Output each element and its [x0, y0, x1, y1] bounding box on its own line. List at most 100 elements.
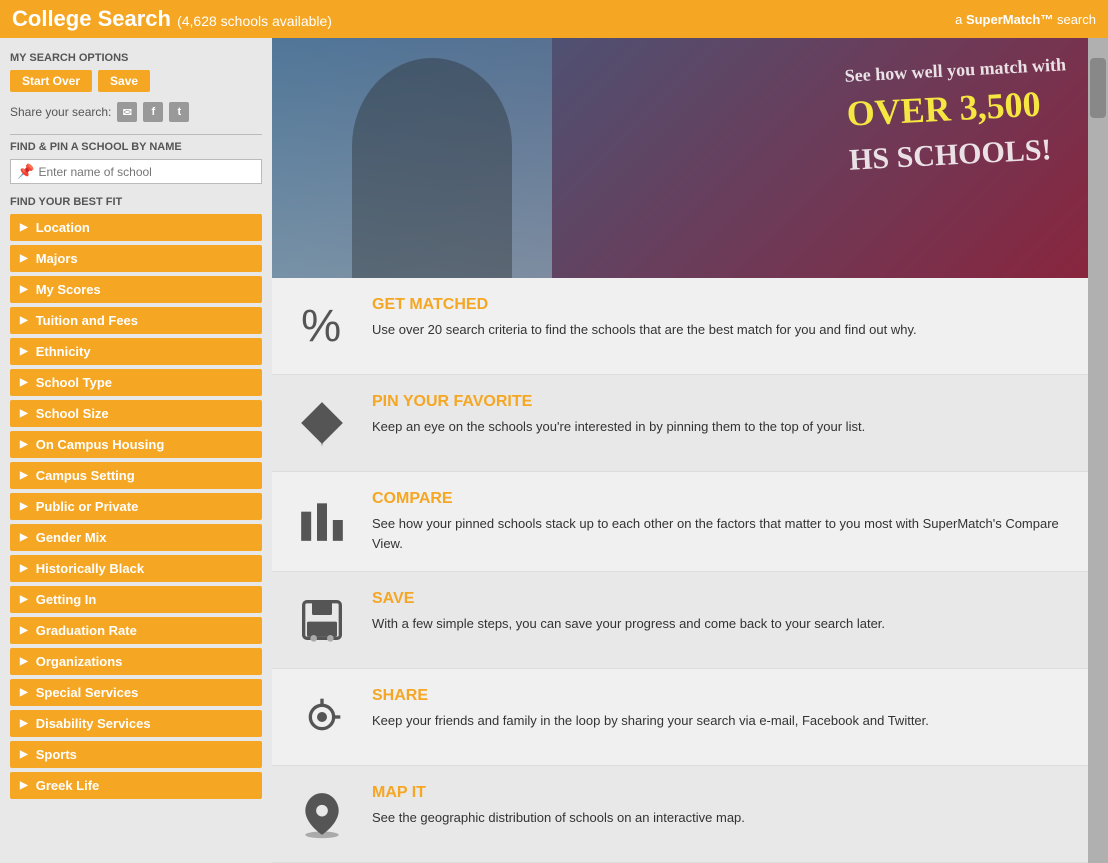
filter-arrow-icon: ▶: [20, 501, 28, 512]
filter-arrow-icon: ▶: [20, 656, 28, 667]
feature-title-share: SHARE: [372, 687, 929, 705]
share-row: Share your search: ✉ f t: [10, 102, 262, 122]
filter-item-graduation-rate[interactable]: ▶Graduation Rate: [10, 617, 262, 644]
filter-arrow-icon: ▶: [20, 687, 28, 698]
supermatch-branding: a SuperMatch™ search: [955, 12, 1096, 27]
feature-description-map-it: See the geographic distribution of schoo…: [372, 808, 745, 828]
start-over-button[interactable]: Start Over: [10, 70, 92, 92]
feature-description-pin-favorite: Keep an eye on the schools you're intere…: [372, 417, 865, 437]
filter-item-greek-life[interactable]: ▶ Greek Life: [10, 772, 262, 799]
percent-icon: %: [292, 296, 352, 356]
filter-label: My Scores: [36, 282, 101, 297]
school-count: (4,628 schools available): [177, 13, 332, 29]
filter-item-special-services[interactable]: ▶Special Services: [10, 679, 262, 706]
feature-description-save: With a few simple steps, you can save yo…: [372, 614, 885, 634]
feature-text-get-matched: GET MATCHED Use over 20 search criteria t…: [372, 296, 917, 340]
feature-title-get-matched: GET MATCHED: [372, 296, 917, 314]
sidebar: MY SEARCH OPTIONS Start Over Save Share …: [0, 38, 272, 863]
filter-item-historically-black[interactable]: ▶ Historically Black: [10, 555, 262, 582]
filter-arrow-icon: ▶: [20, 253, 28, 264]
filter-item-my-scores[interactable]: ▶My Scores: [10, 276, 262, 303]
filter-item-getting-in[interactable]: ▶Getting In: [10, 586, 262, 613]
filter-label: On Campus Housing: [36, 437, 165, 452]
svg-text:%: %: [301, 301, 341, 351]
feature-description-compare: See how your pinned schools stack up to …: [372, 514, 1068, 553]
page-title: College Search (4,628 schools available): [12, 6, 332, 31]
feature-card-get-matched: % GET MATCHED Use over 20 search criteria …: [272, 278, 1088, 375]
filter-label: Sports: [36, 747, 77, 762]
filter-list: ▶Location▶Majors▶My Scores▶Tuition and F…: [10, 214, 262, 799]
feature-text-compare: COMPARE See how your pinned schools stack…: [372, 490, 1068, 553]
filter-item-majors[interactable]: ▶ Majors: [10, 245, 262, 272]
filter-arrow-icon: ▶: [20, 532, 28, 543]
filter-item-public-or-private[interactable]: ▶ Public or Private: [10, 493, 262, 520]
filter-item-disability-services[interactable]: ▶ Disability Services: [10, 710, 262, 737]
feature-text-pin-favorite: PIN YOUR FAVORITE Keep an eye on the scho…: [372, 393, 865, 437]
email-share-icon[interactable]: ✉: [117, 102, 137, 122]
filter-item-location[interactable]: ▶ Location: [10, 214, 262, 241]
bars-icon: [292, 490, 352, 550]
feature-title-compare: COMPARE: [372, 490, 1068, 508]
filter-label: Graduation Rate: [36, 623, 137, 638]
filter-arrow-icon: ▶: [20, 222, 28, 233]
supermatch-brand: SuperMatch™: [966, 12, 1053, 27]
filter-item-ethnicity[interactable]: ▶ Ethnicity: [10, 338, 262, 365]
filter-label: Campus Setting: [36, 468, 135, 483]
filter-arrow-icon: ▶: [20, 749, 28, 760]
facebook-share-icon[interactable]: f: [143, 102, 163, 122]
feature-title-save: SAVE: [372, 590, 885, 608]
filter-item-school-type[interactable]: ▶ School Type: [10, 369, 262, 396]
filter-arrow-icon: ▶: [20, 780, 28, 791]
feature-text-share: SHARE Keep your friends and family in the…: [372, 687, 929, 731]
feature-card-save: SAVE With a few simple steps, you can sav…: [272, 572, 1088, 669]
filter-item-school-size[interactable]: ▶ School Size: [10, 400, 262, 427]
filter-item-campus-setting[interactable]: ▶ Campus Setting: [10, 462, 262, 489]
filter-arrow-icon: ▶: [20, 594, 28, 605]
filter-arrow-icon: ▶: [20, 408, 28, 419]
filter-item-on-campus-housing[interactable]: ▶ On Campus Housing: [10, 431, 262, 458]
feature-cards: % GET MATCHED Use over 20 search criteria …: [272, 278, 1088, 863]
right-panel: See how well you match with OVER 3,500 H…: [272, 38, 1088, 863]
filter-arrow-icon: ▶: [20, 439, 28, 450]
filter-label: Ethnicity: [36, 344, 91, 359]
share-icon: [292, 687, 352, 747]
scrollbar[interactable]: [1088, 38, 1108, 863]
filter-label: Historically Black: [36, 561, 144, 576]
filter-item-organizations[interactable]: ▶ Organizations: [10, 648, 262, 675]
save-button[interactable]: Save: [98, 70, 150, 92]
filter-arrow-icon: ▶: [20, 315, 28, 326]
filter-label: Organizations: [36, 654, 123, 669]
filter-label: Tuition and Fees: [36, 313, 138, 328]
filter-item-tuition-and-fees[interactable]: ▶ Tuition and Fees: [10, 307, 262, 334]
feature-title-pin-favorite: PIN YOUR FAVORITE: [372, 393, 865, 411]
search-school-input[interactable]: [38, 165, 255, 179]
pin-icon: 📌: [17, 163, 34, 180]
twitter-share-icon[interactable]: t: [169, 102, 189, 122]
filter-arrow-icon: ▶: [20, 718, 28, 729]
feature-text-save: SAVE With a few simple steps, you can sav…: [372, 590, 885, 634]
find-pin-school-row: 📌: [10, 159, 262, 184]
filter-label: Public or Private: [36, 499, 139, 514]
filter-item-gender-mix[interactable]: ▶Gender Mix: [10, 524, 262, 551]
filter-label: Greek Life: [36, 778, 100, 793]
best-fit-title: FIND YOUR BEST FIT: [10, 196, 262, 208]
hero-text: See how well you match with OVER 3,500 H…: [844, 52, 1071, 181]
filter-arrow-icon: ▶: [20, 346, 28, 357]
pin-icon: [292, 393, 352, 453]
filter-label: Disability Services: [36, 716, 151, 731]
share-label: Share your search:: [10, 105, 111, 119]
filter-label: Location: [36, 220, 90, 235]
filter-label: School Type: [36, 375, 112, 390]
feature-card-share: SHARE Keep your friends and family in the…: [272, 669, 1088, 766]
feature-description-get-matched: Use over 20 search criteria to find the …: [372, 320, 917, 340]
filter-arrow-icon: ▶: [20, 377, 28, 388]
filter-label: School Size: [36, 406, 109, 421]
filter-item-sports[interactable]: ▶ Sports: [10, 741, 262, 768]
feature-description-share: Keep your friends and family in the loop…: [372, 711, 929, 731]
save-icon: [292, 590, 352, 650]
filter-arrow-icon: ▶: [20, 563, 28, 574]
feature-title-map-it: MAP IT: [372, 784, 745, 802]
feature-card-pin-favorite: PIN YOUR FAVORITE Keep an eye on the scho…: [272, 375, 1088, 472]
filter-arrow-icon: ▶: [20, 470, 28, 481]
filter-label: Majors: [36, 251, 78, 266]
